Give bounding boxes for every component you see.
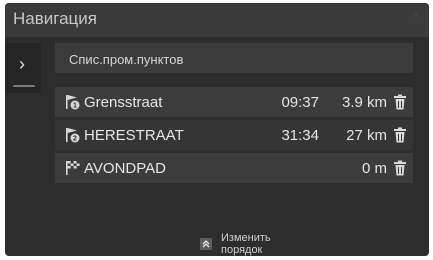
waypoint-arrival-time: 09:37 <box>281 94 319 111</box>
delete-waypoint-trash-icon[interactable] <box>393 160 407 176</box>
navigation-screen: Навигация ◦ › Спис.пром.пунктов 1 Grenss… <box>5 3 429 256</box>
waypoint-list-header: Спис.пром.пунктов <box>55 43 413 73</box>
waypoint-distance: 0 m <box>361 160 387 177</box>
delete-waypoint-trash-icon[interactable] <box>393 127 407 143</box>
waypoint-1-flag-icon: 1 <box>66 95 80 110</box>
screen-title: Навигация <box>13 9 97 28</box>
waypoint-2-flag-icon: 2 <box>66 128 80 143</box>
waypoint-row-1[interactable]: 1 Grensstraat 09:37 3.9 km <box>55 87 413 117</box>
waypoint-name: Grensstraat <box>84 94 163 111</box>
waypoint-name: HERESTRAAT <box>84 127 184 144</box>
waypoint-distance: 3.9 km <box>341 94 387 111</box>
waypoint-row-2[interactable]: 2 HERESTRAAT 31:34 27 km <box>55 120 413 150</box>
double-chevron-up-icon <box>200 238 212 250</box>
svg-text:2: 2 <box>73 136 77 143</box>
waypoint-name: AVONDPAD <box>84 160 166 177</box>
waypoint-list-title: Спис.пром.пунктов <box>69 52 184 67</box>
waypoint-arrival-time: 31:34 <box>281 127 319 144</box>
header-bar: Навигация ◦ <box>5 3 429 37</box>
reorder-label: Изменить порядок <box>221 232 271 256</box>
chevron-right-icon: › <box>19 54 25 74</box>
delete-waypoint-trash-icon[interactable] <box>393 94 407 110</box>
reorder-button[interactable]: Изменить порядок <box>195 229 315 256</box>
sidebar-toggle-button[interactable]: › <box>5 43 41 93</box>
destination-flag-icon <box>66 161 80 175</box>
waypoint-row-3[interactable]: AVONDPAD 0 m <box>55 153 413 183</box>
signal-icon: ◦ <box>414 10 418 22</box>
waypoint-distance: 27 km <box>346 127 387 144</box>
svg-text:1: 1 <box>73 103 77 110</box>
sidebar-toggle-indicator <box>13 85 35 87</box>
